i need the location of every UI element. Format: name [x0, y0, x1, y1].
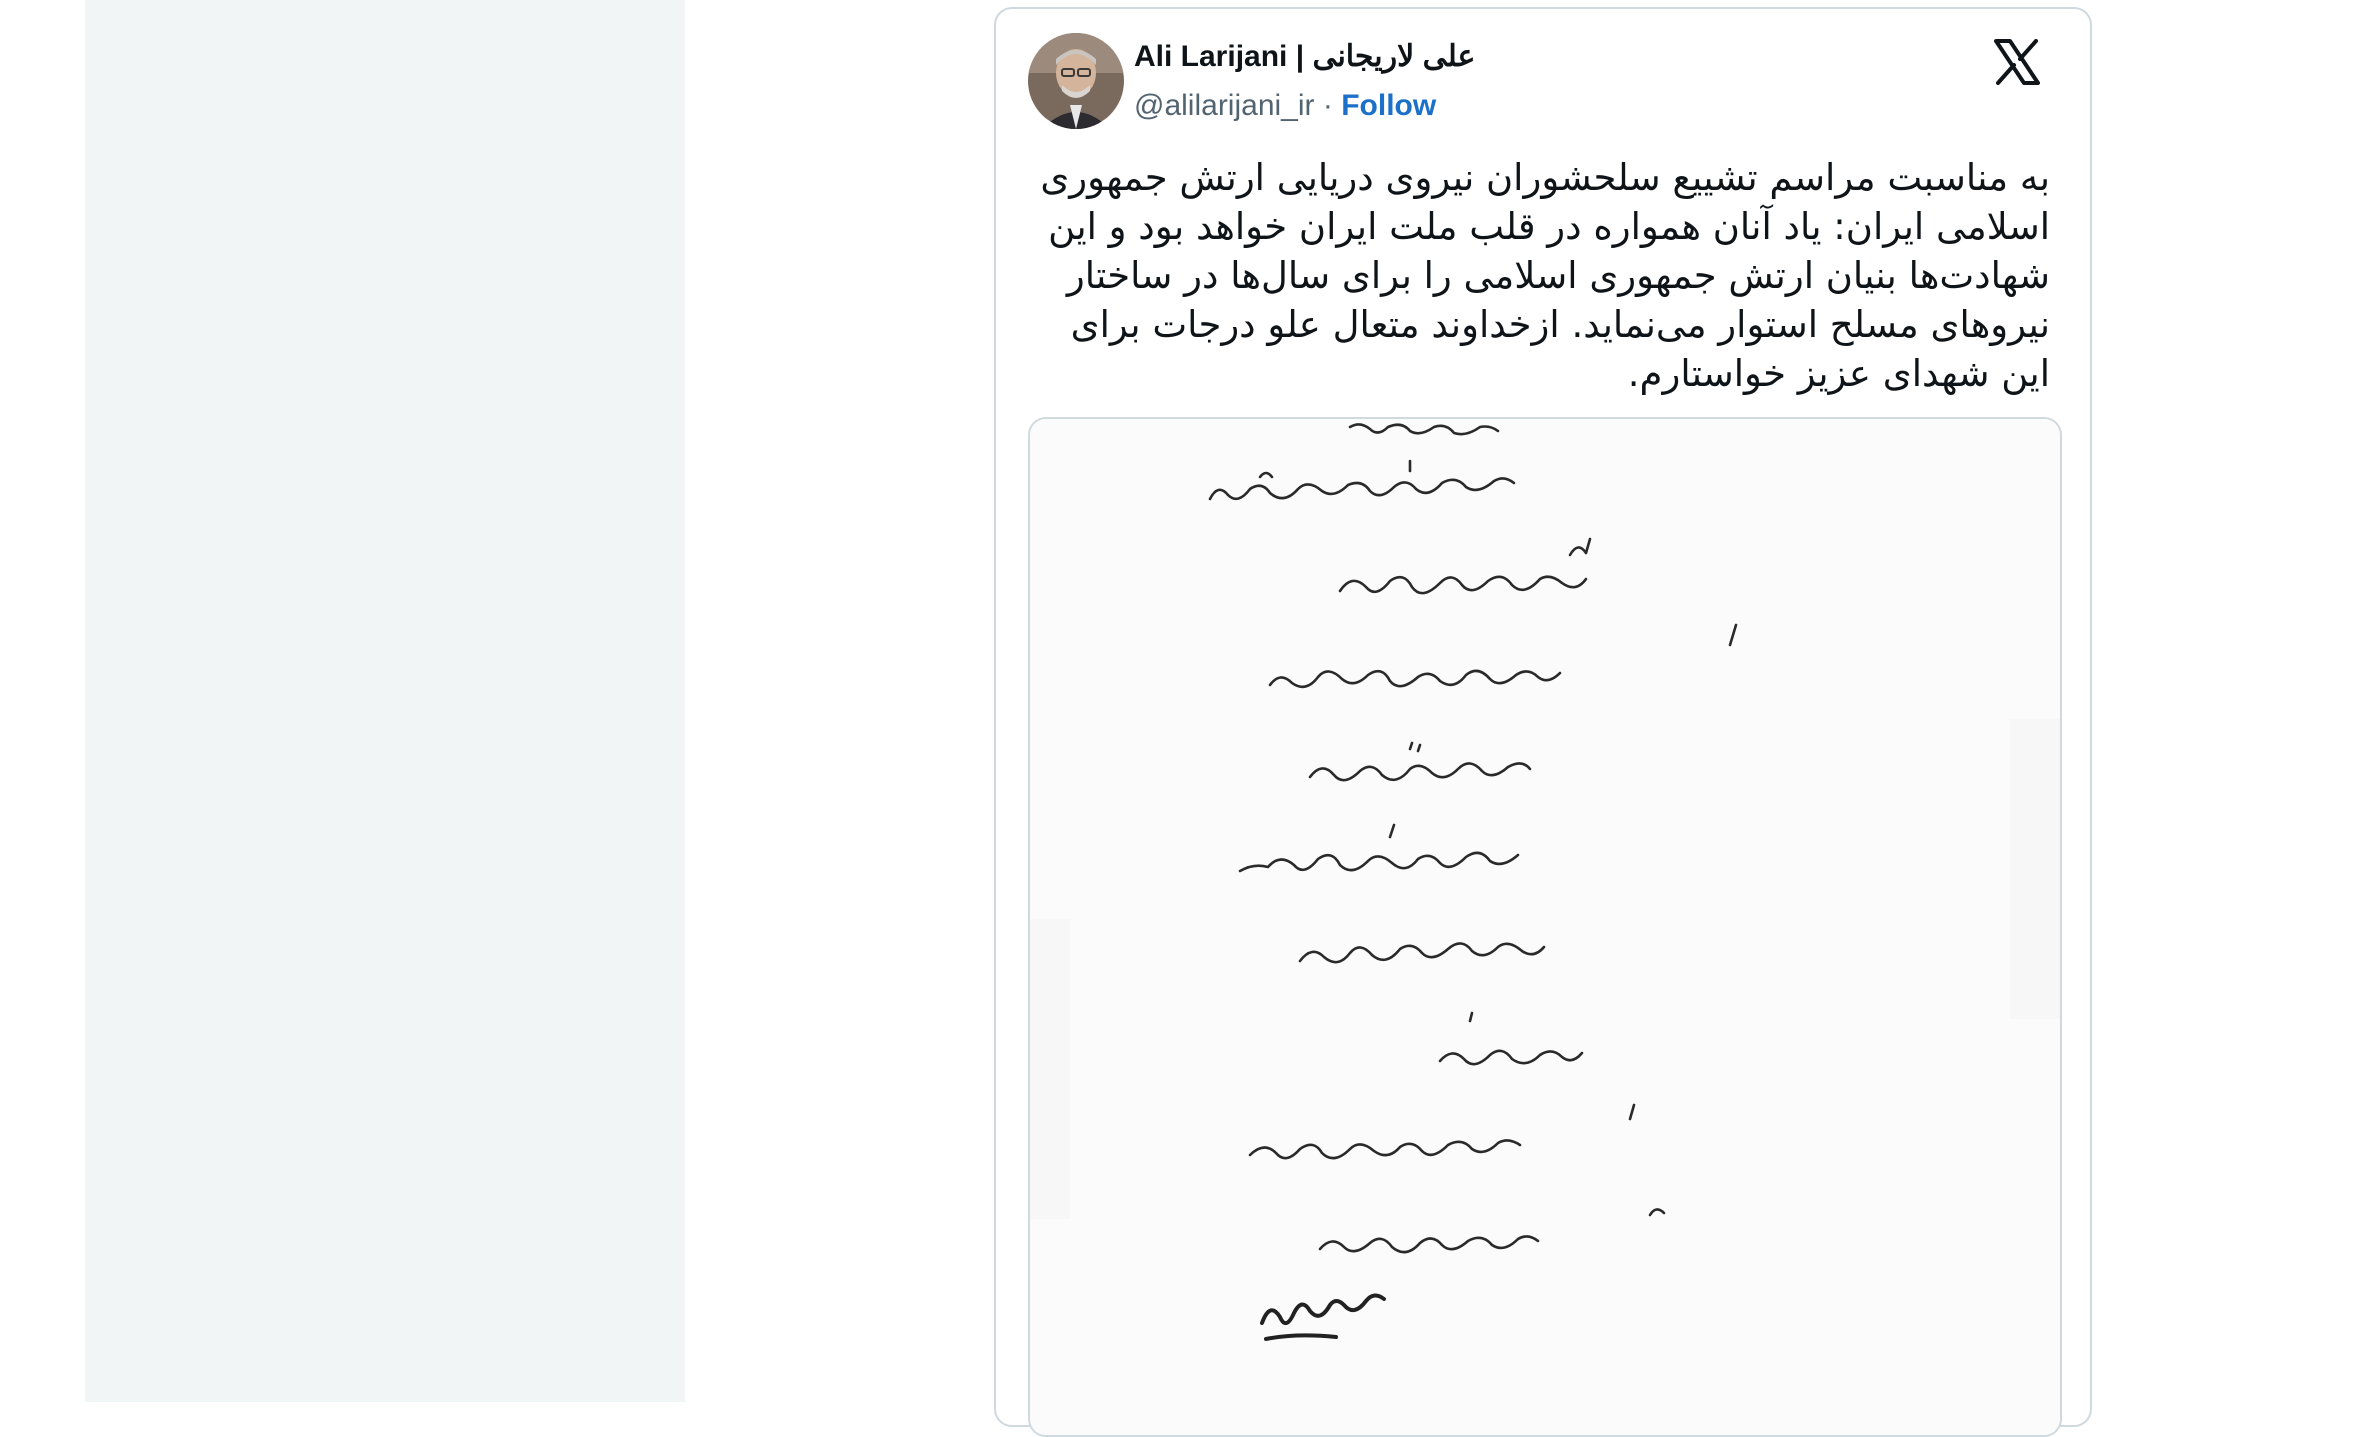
author-handle-row: @alilarijani_ir · Follow — [1134, 89, 1436, 123]
author-handle[interactable]: @alilarijani_ir — [1134, 89, 1315, 122]
separator-dot: · — [1322, 89, 1333, 122]
x-logo-icon[interactable] — [1994, 39, 2040, 85]
side-panel — [85, 0, 685, 1402]
follow-link[interactable]: Follow — [1341, 89, 1436, 122]
embedded-tweet[interactable]: Ali Larijani | علی لاریجانی @alilarijani… — [994, 7, 2092, 1437]
author-avatar[interactable] — [1028, 33, 1124, 129]
author-name[interactable]: Ali Larijani | علی لاریجانی — [1134, 39, 1475, 74]
handwritten-letter-image — [1030, 419, 2060, 1435]
tweet-media-image[interactable] — [1028, 417, 2062, 1437]
tweet-text: به مناسبت مراسم تشییع سلحشوران نیروی دری… — [1040, 156, 2050, 395]
